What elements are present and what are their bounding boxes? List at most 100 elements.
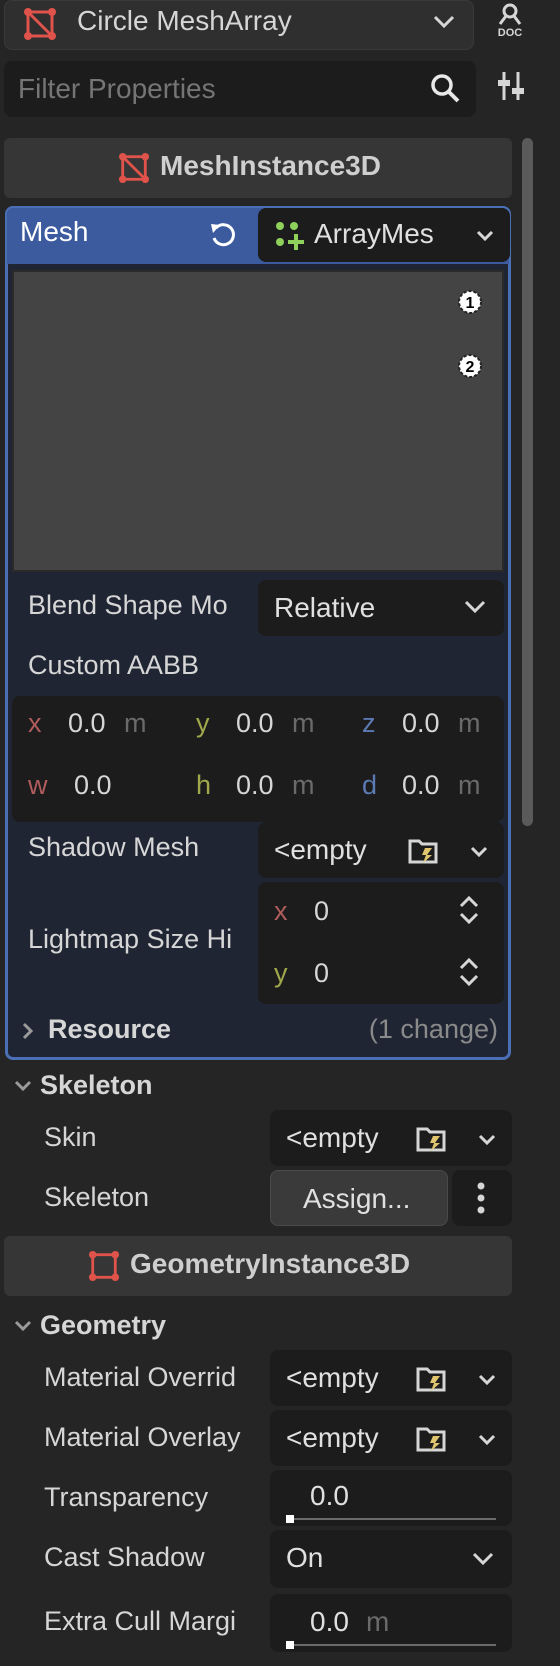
lightmap-x-value[interactable]: 0 bbox=[314, 896, 329, 927]
chevron-down-icon[interactable] bbox=[478, 1374, 496, 1386]
skin-label: Skin bbox=[44, 1122, 97, 1152]
kebab-icon bbox=[476, 1182, 486, 1214]
mesh-instance-icon bbox=[118, 152, 150, 184]
material-overlay-picker[interactable]: <empty bbox=[270, 1410, 512, 1466]
filter-properties-input[interactable] bbox=[4, 61, 476, 117]
aabb-d-value[interactable]: 0.0 bbox=[402, 770, 440, 801]
lightmap-size-fields[interactable]: x 0 y 0 bbox=[258, 882, 504, 1004]
lightmap-size-label: Lightmap Size Hi bbox=[28, 924, 233, 954]
shadow-mesh-picker[interactable]: <empty bbox=[258, 822, 504, 878]
aabb-h-value[interactable]: 0.0 bbox=[236, 770, 274, 801]
resource-group-label: Resource bbox=[48, 1014, 172, 1044]
light1-icon[interactable]: 1 bbox=[454, 286, 486, 318]
chevron-down-icon[interactable] bbox=[470, 846, 488, 858]
aabb-x-value[interactable]: 0.0 bbox=[68, 708, 106, 739]
cast-shadow-label: Cast Shadow bbox=[44, 1542, 205, 1572]
mesh-resource-picker[interactable]: ArrayMes bbox=[258, 208, 510, 262]
lightmap-y-label: y bbox=[274, 958, 288, 988]
svg-text:2: 2 bbox=[466, 359, 475, 376]
transparency-label: Transparency bbox=[44, 1482, 209, 1512]
chevron-down-icon bbox=[14, 1080, 32, 1092]
aabb-y-value[interactable]: 0.0 bbox=[236, 708, 274, 739]
aabb-h-unit: m bbox=[292, 770, 315, 800]
extra-cull-slider[interactable]: 0.0 m bbox=[270, 1594, 512, 1652]
skeleton-assign-label: Assign... bbox=[303, 1183, 411, 1214]
light2-icon[interactable]: 2 bbox=[454, 350, 486, 382]
tools-icon[interactable] bbox=[496, 68, 528, 104]
aabb-h-label: h bbox=[196, 770, 212, 800]
material-overlay-label: Material Overlay bbox=[44, 1422, 241, 1452]
skeleton-label: Skeleton bbox=[44, 1182, 150, 1212]
section-mesh-instance: MeshInstance3D bbox=[4, 138, 512, 198]
doc-icon[interactable]: DOC bbox=[492, 2, 528, 38]
aabb-w-label: w bbox=[28, 770, 48, 800]
transparency-slider[interactable]: 0.0 bbox=[270, 1470, 512, 1526]
aabb-w-value[interactable]: 0.0 bbox=[74, 770, 112, 801]
chevron-right-icon bbox=[22, 1022, 34, 1040]
section-title: GeometryInstance3D bbox=[130, 1248, 411, 1279]
chevron-down-icon bbox=[14, 1320, 32, 1332]
chevron-down-icon bbox=[464, 600, 486, 614]
chevron-down-icon[interactable] bbox=[433, 15, 455, 29]
aabb-z-label: z bbox=[362, 708, 376, 738]
blend-shape-dropdown[interactable]: Relative bbox=[258, 580, 504, 636]
mesh-instance-icon bbox=[23, 7, 57, 41]
lightmap-x-label: x bbox=[274, 896, 288, 926]
extra-cull-label: Extra Cull Margi bbox=[44, 1606, 237, 1636]
aabb-x-unit: m bbox=[124, 708, 147, 738]
shadow-mesh-label: Shadow Mesh bbox=[28, 832, 200, 862]
svg-text:DOC: DOC bbox=[498, 27, 523, 38]
folder-icon[interactable] bbox=[416, 1364, 446, 1392]
folder-icon[interactable] bbox=[408, 836, 438, 864]
custom-aabb-fields[interactable]: x 0.0 m y 0.0 m z 0.0 m w 0.0 h 0.0 m d … bbox=[12, 696, 504, 822]
material-override-picker[interactable]: <empty bbox=[270, 1350, 512, 1406]
stepper-icon[interactable] bbox=[458, 894, 480, 926]
material-overlay-value: <empty bbox=[286, 1422, 379, 1453]
mesh-label: Mesh bbox=[20, 216, 89, 247]
aabb-z-value[interactable]: 0.0 bbox=[402, 708, 440, 739]
stepper-icon[interactable] bbox=[458, 956, 480, 988]
extra-cull-value: 0.0 bbox=[310, 1606, 349, 1637]
custom-aabb-label: Custom AABB bbox=[28, 650, 200, 680]
resource-changes: (1 change) bbox=[368, 1014, 498, 1044]
transparency-track bbox=[286, 1518, 496, 1520]
extra-cull-grabber[interactable] bbox=[286, 1641, 294, 1649]
revert-icon[interactable] bbox=[208, 220, 238, 250]
node-selector[interactable]: Circle MeshArray bbox=[4, 0, 474, 50]
transparency-grabber[interactable] bbox=[286, 1515, 294, 1523]
aabb-z-unit: m bbox=[458, 708, 481, 738]
extra-cull-unit: m bbox=[366, 1606, 390, 1637]
mesh-preview bbox=[12, 270, 504, 572]
search-icon bbox=[428, 71, 462, 105]
scrollbar[interactable] bbox=[522, 138, 533, 826]
chevron-down-icon[interactable] bbox=[478, 1434, 496, 1446]
lightmap-y-value[interactable]: 0 bbox=[314, 958, 329, 989]
section-title: MeshInstance3D bbox=[160, 150, 381, 181]
chevron-down-icon[interactable] bbox=[478, 1134, 496, 1146]
skeleton-menu-button[interactable] bbox=[452, 1170, 512, 1226]
skin-picker[interactable]: <empty bbox=[270, 1110, 512, 1166]
material-override-label: Material Overrid bbox=[44, 1362, 237, 1392]
shadow-mesh-value: <empty bbox=[274, 834, 367, 865]
section-geometry-instance: GeometryInstance3D bbox=[4, 1236, 512, 1296]
filter-input[interactable] bbox=[18, 69, 398, 109]
svg-text:1: 1 bbox=[466, 295, 475, 312]
skeleton-assign-button[interactable]: Assign... bbox=[270, 1170, 448, 1226]
array-mesh-icon bbox=[274, 220, 306, 252]
folder-icon[interactable] bbox=[416, 1124, 446, 1152]
aabb-x-label: x bbox=[28, 708, 42, 738]
folder-icon[interactable] bbox=[416, 1424, 446, 1452]
node-name: Circle MeshArray bbox=[77, 5, 292, 36]
skeleton-group-header[interactable]: Skeleton bbox=[4, 1066, 512, 1106]
mesh-resource-value: ArrayMes bbox=[314, 218, 434, 249]
geometry-group-label: Geometry bbox=[40, 1310, 167, 1340]
resource-group-header[interactable]: Resource (1 change) bbox=[12, 1010, 504, 1052]
aabb-y-label: y bbox=[196, 708, 210, 738]
cast-shadow-dropdown[interactable]: On bbox=[270, 1530, 512, 1588]
geometry-instance-icon bbox=[88, 1250, 120, 1282]
chevron-down-icon[interactable] bbox=[476, 230, 494, 242]
blend-shape-value: Relative bbox=[274, 592, 376, 623]
geometry-group-header[interactable]: Geometry bbox=[4, 1306, 512, 1346]
aabb-d-unit: m bbox=[458, 770, 481, 800]
cast-shadow-value: On bbox=[286, 1542, 324, 1573]
